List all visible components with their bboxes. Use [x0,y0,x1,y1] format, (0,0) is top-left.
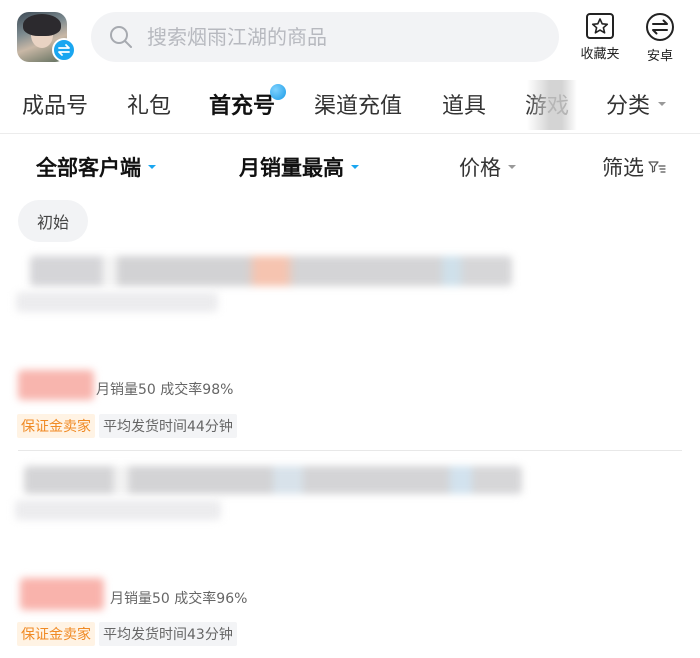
search-bar[interactable] [91,12,559,62]
listing-price-redacted [18,370,94,400]
search-input[interactable] [147,25,527,49]
switch-game-icon[interactable] [52,38,76,62]
sales-stats: 月销量50 成交率96% [110,588,247,608]
sort-filter-label: 月销量最高 [239,156,344,180]
category-tabs: 成品号 礼包 首充号 渠道充值 道具 游戏 分类 [0,80,700,130]
funnel-icon [648,161,666,173]
monthly-sales: 月销量50 [110,591,170,607]
header-divider [0,133,700,134]
price-filter-label: 价格 [459,156,501,180]
shipping-time-tag: 平均发货时间43分钟 [99,622,237,646]
shipping-time-tag: 平均发货时间44分钟 [99,414,237,438]
tab-finished-account[interactable]: 成品号 [22,88,88,120]
filter-bar: 全部客户端 月销量最高 价格 筛选 [0,144,700,188]
platform-label: 安卓 [646,49,673,64]
swap-circle-icon [646,13,674,41]
tab-first-recharge[interactable]: 首充号 [209,88,275,120]
listing-price-redacted [20,578,104,610]
listing-title-redacted [24,466,522,494]
caret-down-icon [508,165,516,169]
seller-tag: 保证金卖家 [17,414,95,438]
monthly-sales: 月销量50 [96,382,156,398]
new-badge-dot [270,84,286,100]
client-filter[interactable]: 全部客户端 [36,152,156,182]
listing-title-redacted [30,256,512,286]
listing-subtitle-redacted [15,500,221,520]
star-box-icon [586,13,614,39]
tab-gift-pack[interactable]: 礼包 [127,88,171,120]
favorites-label: 收藏夹 [580,47,620,62]
deal-rate: 成交率98% [160,382,234,398]
caret-down-icon [148,165,156,169]
tab-items[interactable]: 道具 [442,88,486,120]
top-header: 收藏夹 安卓 [0,0,700,76]
listing-divider [18,450,682,451]
screen-filter[interactable]: 筛选 [602,152,666,182]
filter-chip-initial[interactable]: 初始 [18,200,88,242]
platform-button[interactable]: 安卓 [635,12,685,64]
sales-stats: 月销量50 成交率98% [96,379,233,399]
tab-category-menu[interactable]: 分类 [606,88,667,120]
tab-category-label: 分类 [606,94,651,119]
caret-down-icon [351,165,359,169]
tab-channel-recharge[interactable]: 渠道充值 [314,88,402,120]
chevron-down-icon [658,102,667,106]
price-filter[interactable]: 价格 [459,152,516,182]
sort-filter[interactable]: 月销量最高 [239,152,359,182]
tabs-scroll-fade [527,80,577,130]
screen-filter-label: 筛选 [602,156,644,180]
favorites-button[interactable]: 收藏夹 [575,12,625,62]
deal-rate: 成交率96% [174,591,248,607]
seller-tag: 保证金卖家 [17,622,95,646]
listing-subtitle-redacted [16,292,218,312]
client-filter-label: 全部客户端 [36,156,141,180]
search-icon [110,26,132,48]
